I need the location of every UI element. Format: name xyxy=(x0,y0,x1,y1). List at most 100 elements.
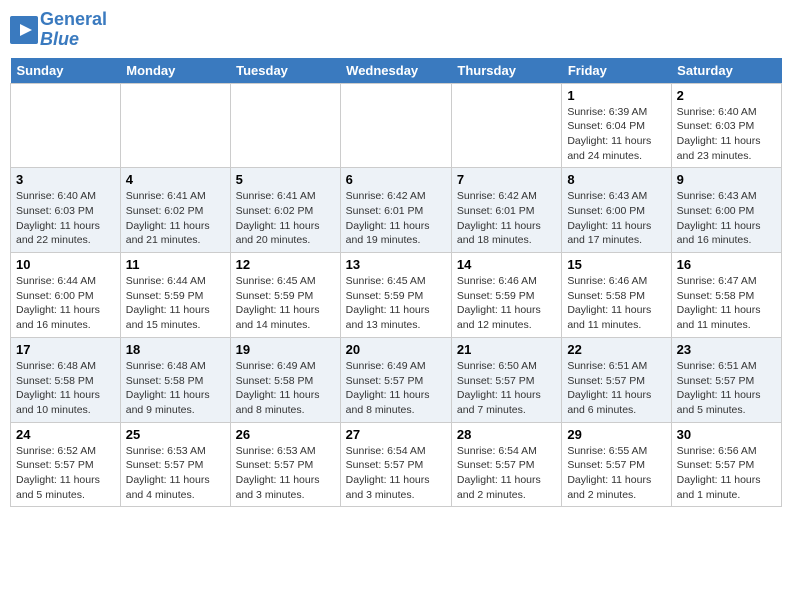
weekday-saturday: Saturday xyxy=(671,58,781,84)
calendar-cell: 16 Sunrise: 6:47 AM Sunset: 5:58 PM Dayli… xyxy=(671,253,781,338)
day-number: 17 xyxy=(16,342,115,357)
calendar-cell: 15Sunrise: 6:46 AM Sunset: 5:58 PM Dayli… xyxy=(562,253,671,338)
day-number: 18 xyxy=(126,342,225,357)
day-number: 9 xyxy=(677,172,776,187)
calendar-cell: 12 Sunrise: 6:45 AM Sunset: 5:59 PM Dayli… xyxy=(230,253,340,338)
calendar-cell: 14Sunrise: 6:46 AM Sunset: 5:59 PM Dayli… xyxy=(451,253,561,338)
calendar-cell: 6 Sunrise: 6:42 AM Sunset: 6:01 PM Daylig… xyxy=(340,168,451,253)
day-info: Sunrise: 6:48 AM Sunset: 5:58 PM Dayligh… xyxy=(16,359,115,418)
week-row-4: 17 Sunrise: 6:48 AM Sunset: 5:58 PM Dayli… xyxy=(11,337,782,422)
week-row-5: 24 Sunrise: 6:52 AM Sunset: 5:57 PM Dayli… xyxy=(11,422,782,507)
day-info: Sunrise: 6:46 AM Sunset: 5:59 PM Dayligh… xyxy=(457,274,556,333)
day-number: 4 xyxy=(126,172,225,187)
day-number: 26 xyxy=(236,427,335,442)
day-info: Sunrise: 6:44 AM Sunset: 6:00 PM Dayligh… xyxy=(16,274,115,333)
day-number: 2 xyxy=(677,88,776,103)
calendar-cell: 2Sunrise: 6:40 AM Sunset: 6:03 PM Daylig… xyxy=(671,83,781,168)
day-info: Sunrise: 6:45 AM Sunset: 5:59 PM Dayligh… xyxy=(346,274,446,333)
weekday-tuesday: Tuesday xyxy=(230,58,340,84)
day-number: 7 xyxy=(457,172,556,187)
weekday-wednesday: Wednesday xyxy=(340,58,451,84)
day-info: Sunrise: 6:47 AM Sunset: 5:58 PM Dayligh… xyxy=(677,274,776,333)
day-info: Sunrise: 6:54 AM Sunset: 5:57 PM Dayligh… xyxy=(457,444,556,503)
day-number: 16 xyxy=(677,257,776,272)
calendar-cell: 30 Sunrise: 6:56 AM Sunset: 5:57 PM Dayli… xyxy=(671,422,781,507)
calendar-cell: 25 Sunrise: 6:53 AM Sunset: 5:57 PM Dayli… xyxy=(120,422,230,507)
calendar-cell: 22Sunrise: 6:51 AM Sunset: 5:57 PM Dayli… xyxy=(562,337,671,422)
day-info: Sunrise: 6:41 AM Sunset: 6:02 PM Dayligh… xyxy=(236,189,335,248)
day-info: Sunrise: 6:56 AM Sunset: 5:57 PM Dayligh… xyxy=(677,444,776,503)
day-number: 21 xyxy=(457,342,556,357)
calendar-cell: 9 Sunrise: 6:43 AM Sunset: 6:00 PM Daylig… xyxy=(671,168,781,253)
calendar-table: SundayMondayTuesdayWednesdayThursdayFrid… xyxy=(10,58,782,508)
day-number: 25 xyxy=(126,427,225,442)
day-info: Sunrise: 6:42 AM Sunset: 6:01 PM Dayligh… xyxy=(346,189,446,248)
weekday-thursday: Thursday xyxy=(451,58,561,84)
calendar-cell: 8Sunrise: 6:43 AM Sunset: 6:00 PM Daylig… xyxy=(562,168,671,253)
day-number: 30 xyxy=(677,427,776,442)
week-row-2: 3 Sunrise: 6:40 AM Sunset: 6:03 PM Daylig… xyxy=(11,168,782,253)
day-info: Sunrise: 6:52 AM Sunset: 5:57 PM Dayligh… xyxy=(16,444,115,503)
day-info: Sunrise: 6:50 AM Sunset: 5:57 PM Dayligh… xyxy=(457,359,556,418)
day-number: 5 xyxy=(236,172,335,187)
day-number: 1 xyxy=(567,88,665,103)
day-number: 6 xyxy=(346,172,446,187)
day-number: 10 xyxy=(16,257,115,272)
calendar-cell: 26 Sunrise: 6:53 AM Sunset: 5:57 PM Dayli… xyxy=(230,422,340,507)
day-number: 8 xyxy=(567,172,665,187)
day-info: Sunrise: 6:53 AM Sunset: 5:57 PM Dayligh… xyxy=(236,444,335,503)
day-info: Sunrise: 6:41 AM Sunset: 6:02 PM Dayligh… xyxy=(126,189,225,248)
calendar-cell: 10 Sunrise: 6:44 AM Sunset: 6:00 PM Dayli… xyxy=(11,253,121,338)
calendar-cell: 27 Sunrise: 6:54 AM Sunset: 5:57 PM Dayli… xyxy=(340,422,451,507)
weekday-friday: Friday xyxy=(562,58,671,84)
calendar-cell: 17 Sunrise: 6:48 AM Sunset: 5:58 PM Dayli… xyxy=(11,337,121,422)
day-number: 19 xyxy=(236,342,335,357)
weekday-monday: Monday xyxy=(120,58,230,84)
calendar-cell: 24 Sunrise: 6:52 AM Sunset: 5:57 PM Dayli… xyxy=(11,422,121,507)
page-header: General Blue xyxy=(10,10,782,50)
day-number: 28 xyxy=(457,427,556,442)
calendar-cell: 13 Sunrise: 6:45 AM Sunset: 5:59 PM Dayli… xyxy=(340,253,451,338)
calendar-cell xyxy=(11,83,121,168)
logo: General Blue xyxy=(10,10,107,50)
calendar-cell: 5 Sunrise: 6:41 AM Sunset: 6:02 PM Daylig… xyxy=(230,168,340,253)
day-info: Sunrise: 6:39 AM Sunset: 6:04 PM Dayligh… xyxy=(567,105,665,164)
weekday-header-row: SundayMondayTuesdayWednesdayThursdayFrid… xyxy=(11,58,782,84)
calendar-cell: 19Sunrise: 6:49 AM Sunset: 5:58 PM Dayli… xyxy=(230,337,340,422)
calendar-cell: 23Sunrise: 6:51 AM Sunset: 5:57 PM Dayli… xyxy=(671,337,781,422)
calendar-cell: 21 Sunrise: 6:50 AM Sunset: 5:57 PM Dayli… xyxy=(451,337,561,422)
day-info: Sunrise: 6:51 AM Sunset: 5:57 PM Dayligh… xyxy=(567,359,665,418)
day-number: 11 xyxy=(126,257,225,272)
day-number: 20 xyxy=(346,342,446,357)
calendar-cell: 29 Sunrise: 6:55 AM Sunset: 5:57 PM Dayli… xyxy=(562,422,671,507)
logo-text: General Blue xyxy=(40,10,107,50)
day-number: 13 xyxy=(346,257,446,272)
calendar-cell xyxy=(120,83,230,168)
calendar-cell: 7Sunrise: 6:42 AM Sunset: 6:01 PM Daylig… xyxy=(451,168,561,253)
day-number: 12 xyxy=(236,257,335,272)
week-row-1: 1 Sunrise: 6:39 AM Sunset: 6:04 PM Daylig… xyxy=(11,83,782,168)
day-info: Sunrise: 6:43 AM Sunset: 6:00 PM Dayligh… xyxy=(677,189,776,248)
weekday-sunday: Sunday xyxy=(11,58,121,84)
calendar-cell: 3 Sunrise: 6:40 AM Sunset: 6:03 PM Daylig… xyxy=(11,168,121,253)
day-number: 3 xyxy=(16,172,115,187)
calendar-cell xyxy=(340,83,451,168)
calendar-cell xyxy=(230,83,340,168)
day-info: Sunrise: 6:51 AM Sunset: 5:57 PM Dayligh… xyxy=(677,359,776,418)
week-row-3: 10 Sunrise: 6:44 AM Sunset: 6:00 PM Dayli… xyxy=(11,253,782,338)
calendar-cell: 4 Sunrise: 6:41 AM Sunset: 6:02 PM Daylig… xyxy=(120,168,230,253)
day-info: Sunrise: 6:55 AM Sunset: 5:57 PM Dayligh… xyxy=(567,444,665,503)
calendar-cell: 11 Sunrise: 6:44 AM Sunset: 5:59 PM Dayli… xyxy=(120,253,230,338)
day-info: Sunrise: 6:44 AM Sunset: 5:59 PM Dayligh… xyxy=(126,274,225,333)
calendar-cell: 28 Sunrise: 6:54 AM Sunset: 5:57 PM Dayli… xyxy=(451,422,561,507)
day-info: Sunrise: 6:53 AM Sunset: 5:57 PM Dayligh… xyxy=(126,444,225,503)
day-number: 29 xyxy=(567,427,665,442)
day-info: Sunrise: 6:49 AM Sunset: 5:57 PM Dayligh… xyxy=(346,359,446,418)
day-info: Sunrise: 6:46 AM Sunset: 5:58 PM Dayligh… xyxy=(567,274,665,333)
day-info: Sunrise: 6:40 AM Sunset: 6:03 PM Dayligh… xyxy=(16,189,115,248)
calendar-cell: 20 Sunrise: 6:49 AM Sunset: 5:57 PM Dayli… xyxy=(340,337,451,422)
day-number: 24 xyxy=(16,427,115,442)
day-info: Sunrise: 6:54 AM Sunset: 5:57 PM Dayligh… xyxy=(346,444,446,503)
day-number: 27 xyxy=(346,427,446,442)
day-info: Sunrise: 6:45 AM Sunset: 5:59 PM Dayligh… xyxy=(236,274,335,333)
